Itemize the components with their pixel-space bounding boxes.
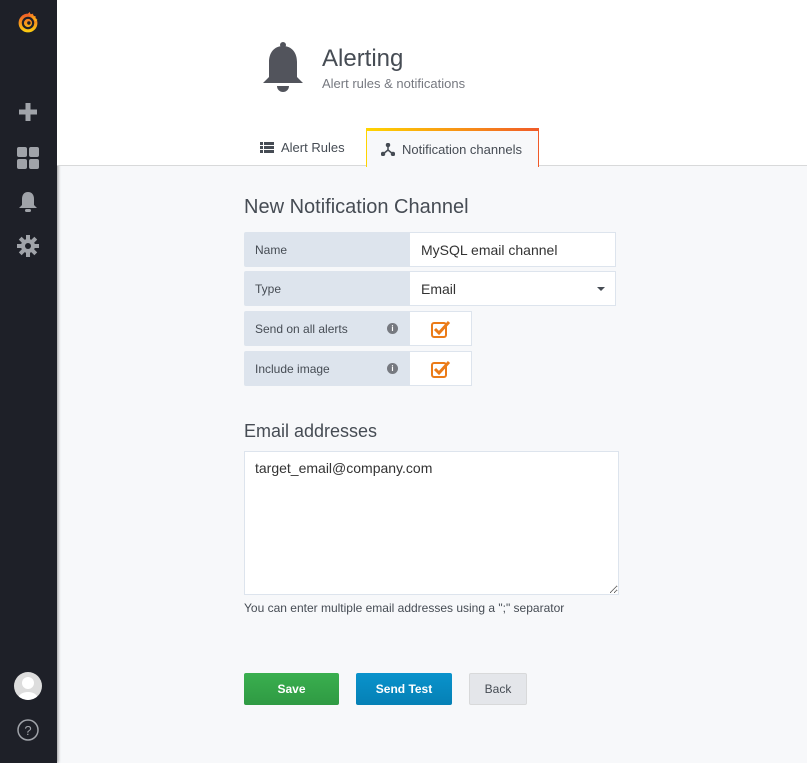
form-title: New Notification Channel — [244, 196, 469, 218]
checkbox-checked-icon — [430, 320, 450, 338]
help-icon[interactable]: ? — [16, 718, 40, 742]
email-hint: You can enter multiple email addresses u… — [244, 601, 565, 615]
tab-label: Notification channels — [402, 141, 522, 157]
bell-icon — [262, 42, 304, 99]
include-image-checkbox[interactable] — [409, 351, 472, 386]
send-all-row: Send on all alerts i — [244, 311, 472, 346]
plus-icon[interactable] — [16, 100, 40, 124]
info-icon[interactable]: i — [387, 323, 398, 334]
send-all-text: Send on all alerts — [255, 321, 348, 336]
tab-label: Alert Rules — [281, 140, 345, 155]
type-label: Type — [244, 271, 409, 306]
send-all-label: Send on all alerts i — [244, 311, 409, 346]
email-addresses-input[interactable]: target_email@company.com — [244, 451, 619, 595]
gear-icon[interactable] — [16, 234, 40, 258]
send-test-button[interactable]: Send Test — [356, 673, 452, 705]
name-row: Name MySQL email channel — [244, 232, 616, 267]
grafana-logo-icon[interactable] — [16, 11, 40, 35]
bell-icon[interactable] — [16, 190, 40, 214]
channels-icon — [381, 142, 395, 156]
svg-text:?: ? — [24, 723, 31, 738]
info-icon[interactable]: i — [387, 363, 398, 374]
sidebar: ? — [0, 0, 57, 763]
type-value: Email — [421, 280, 457, 297]
name-input[interactable]: MySQL email channel — [409, 232, 616, 267]
back-button[interactable]: Back — [469, 673, 527, 705]
avatar[interactable] — [14, 672, 42, 700]
page-subtitle: Alert rules & notifications — [322, 76, 466, 91]
send-all-checkbox[interactable] — [409, 311, 472, 346]
list-icon — [260, 142, 274, 153]
caret-down-icon — [597, 287, 605, 291]
save-button[interactable]: Save — [244, 673, 339, 705]
type-select[interactable]: Email — [409, 271, 616, 306]
tab-alert-rules[interactable]: Alert Rules — [246, 128, 359, 167]
type-row: Type Email — [244, 271, 616, 306]
page-title: Alerting — [322, 45, 404, 72]
checkbox-checked-icon — [430, 360, 450, 378]
email-section-title: Email addresses — [244, 421, 378, 441]
name-label: Name — [244, 232, 409, 267]
include-image-text: Include image — [255, 361, 330, 376]
tab-notification-channels[interactable]: Notification channels — [366, 128, 539, 167]
dashboards-icon[interactable] — [16, 146, 40, 170]
include-image-label: Include image i — [244, 351, 409, 386]
include-image-row: Include image i — [244, 351, 472, 386]
